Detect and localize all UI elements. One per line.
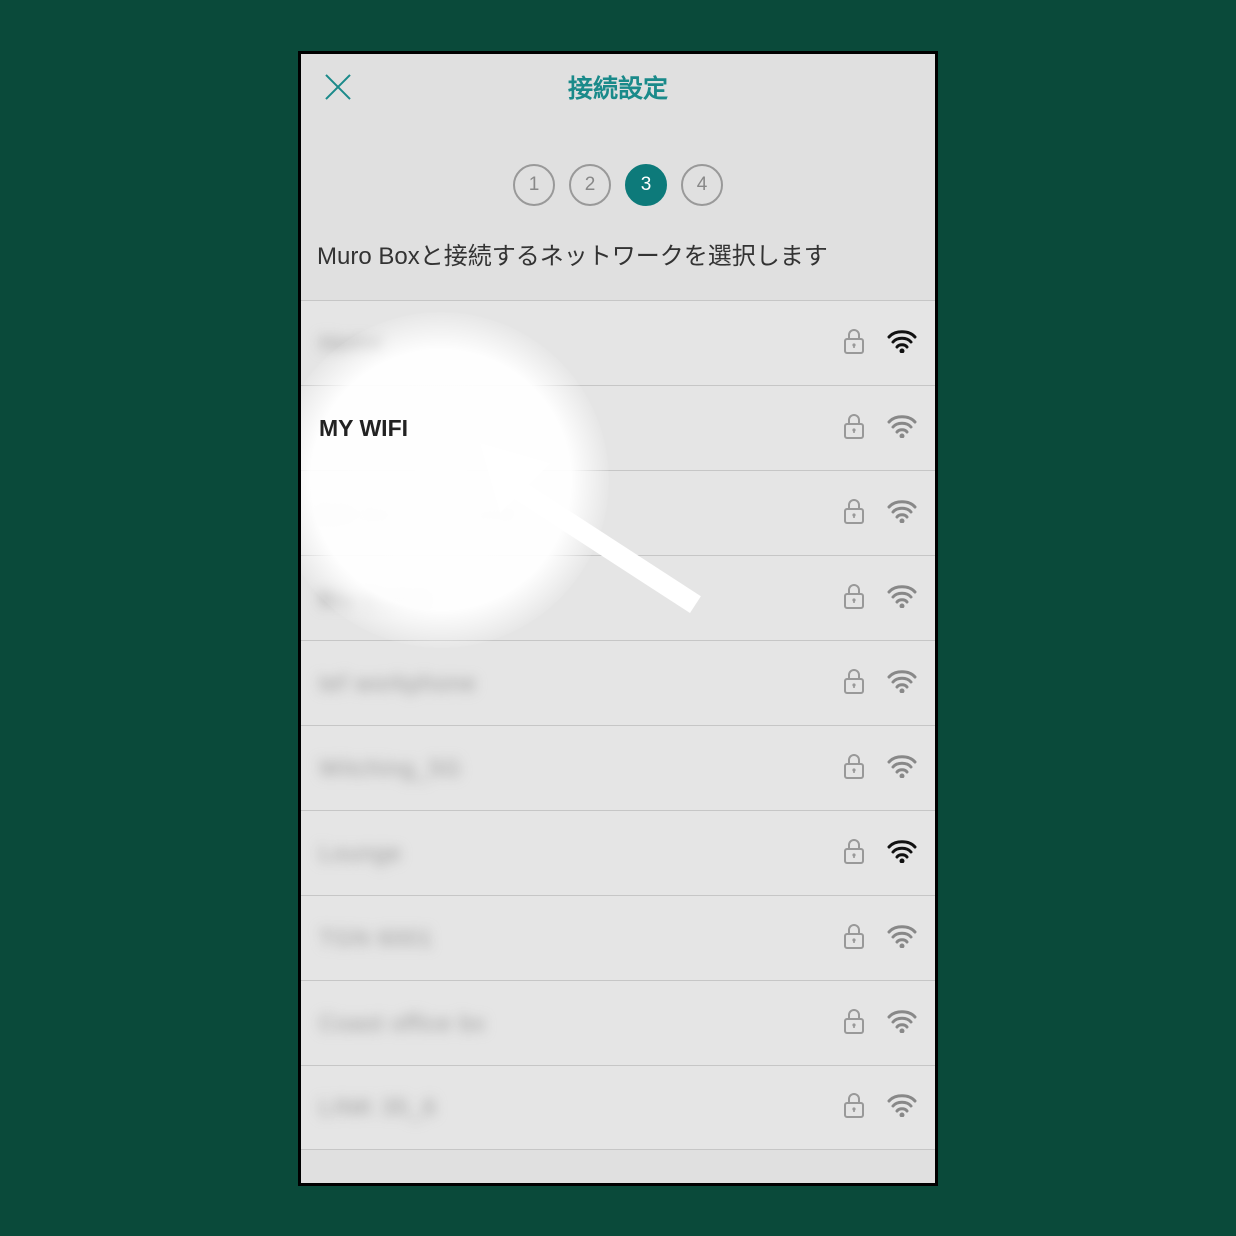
lock-icon xyxy=(843,412,865,445)
network-name: Home xyxy=(319,330,843,357)
network-row[interactable]: Blu Guest xyxy=(301,555,935,640)
row-icons xyxy=(843,327,917,360)
wifi-icon xyxy=(887,1093,917,1122)
network-row[interactable]: Witching_5G xyxy=(301,725,935,810)
network-row[interactable]: LINK 35_6 xyxy=(301,1065,935,1150)
step-2[interactable]: 2 xyxy=(569,164,611,206)
network-name: Lounge xyxy=(319,840,843,867)
network-row[interactable]: MY WIFI xyxy=(301,385,935,470)
network-name: Coast office bx xyxy=(319,1010,843,1037)
wifi-icon xyxy=(887,414,917,443)
header-bar: 接続設定 xyxy=(301,54,935,120)
lock-icon xyxy=(843,837,865,870)
wifi-icon xyxy=(887,584,917,613)
row-icons xyxy=(843,582,917,615)
network-name: TGN 6001 xyxy=(319,925,843,952)
network-name: Witching_5G xyxy=(319,755,843,782)
network-list: Home MY WIFI net-2a-cafe-guest Blu Guest tef… xyxy=(301,300,935,1150)
wifi-icon xyxy=(887,329,917,358)
network-name: Blu Guest xyxy=(319,585,843,612)
network-name: MY WIFI xyxy=(319,415,843,442)
lock-icon xyxy=(843,497,865,530)
row-icons xyxy=(843,412,917,445)
lock-icon xyxy=(843,1091,865,1124)
lock-icon xyxy=(843,582,865,615)
row-icons xyxy=(843,837,917,870)
network-name: net-2a-cafe-guest xyxy=(319,500,843,527)
lock-icon xyxy=(843,752,865,785)
network-name: tef workphone xyxy=(319,670,843,697)
lock-icon xyxy=(843,922,865,955)
row-icons xyxy=(843,1091,917,1124)
step-1[interactable]: 1 xyxy=(513,164,555,206)
page-title: 接続設定 xyxy=(568,69,668,105)
wifi-icon xyxy=(887,499,917,528)
network-row[interactable]: Home xyxy=(301,300,935,385)
network-row[interactable]: TGN 6001 xyxy=(301,895,935,980)
network-row[interactable]: tef workphone xyxy=(301,640,935,725)
instruction-text: Muro Boxと接続するネットワークを選択します xyxy=(301,240,935,301)
lock-icon xyxy=(843,327,865,360)
network-row[interactable]: net-2a-cafe-guest xyxy=(301,470,935,555)
wifi-icon xyxy=(887,839,917,868)
network-row[interactable]: Lounge xyxy=(301,810,935,895)
row-icons xyxy=(843,922,917,955)
phone-frame: 接続設定 1 2 3 4 Muro Boxと接続するネットワークを選択します H… xyxy=(298,51,938,1186)
row-icons xyxy=(843,667,917,700)
close-icon[interactable] xyxy=(319,68,357,106)
wifi-icon xyxy=(887,754,917,783)
wifi-icon xyxy=(887,924,917,953)
wifi-icon xyxy=(887,669,917,698)
lock-icon xyxy=(843,667,865,700)
step-4[interactable]: 4 xyxy=(681,164,723,206)
lock-icon xyxy=(843,1007,865,1040)
network-name: LINK 35_6 xyxy=(319,1094,843,1121)
network-row[interactable]: Coast office bx xyxy=(301,980,935,1065)
step-3[interactable]: 3 xyxy=(625,164,667,206)
step-indicator: 1 2 3 4 xyxy=(301,120,935,240)
row-icons xyxy=(843,497,917,530)
row-icons xyxy=(843,752,917,785)
wifi-icon xyxy=(887,1009,917,1038)
row-icons xyxy=(843,1007,917,1040)
